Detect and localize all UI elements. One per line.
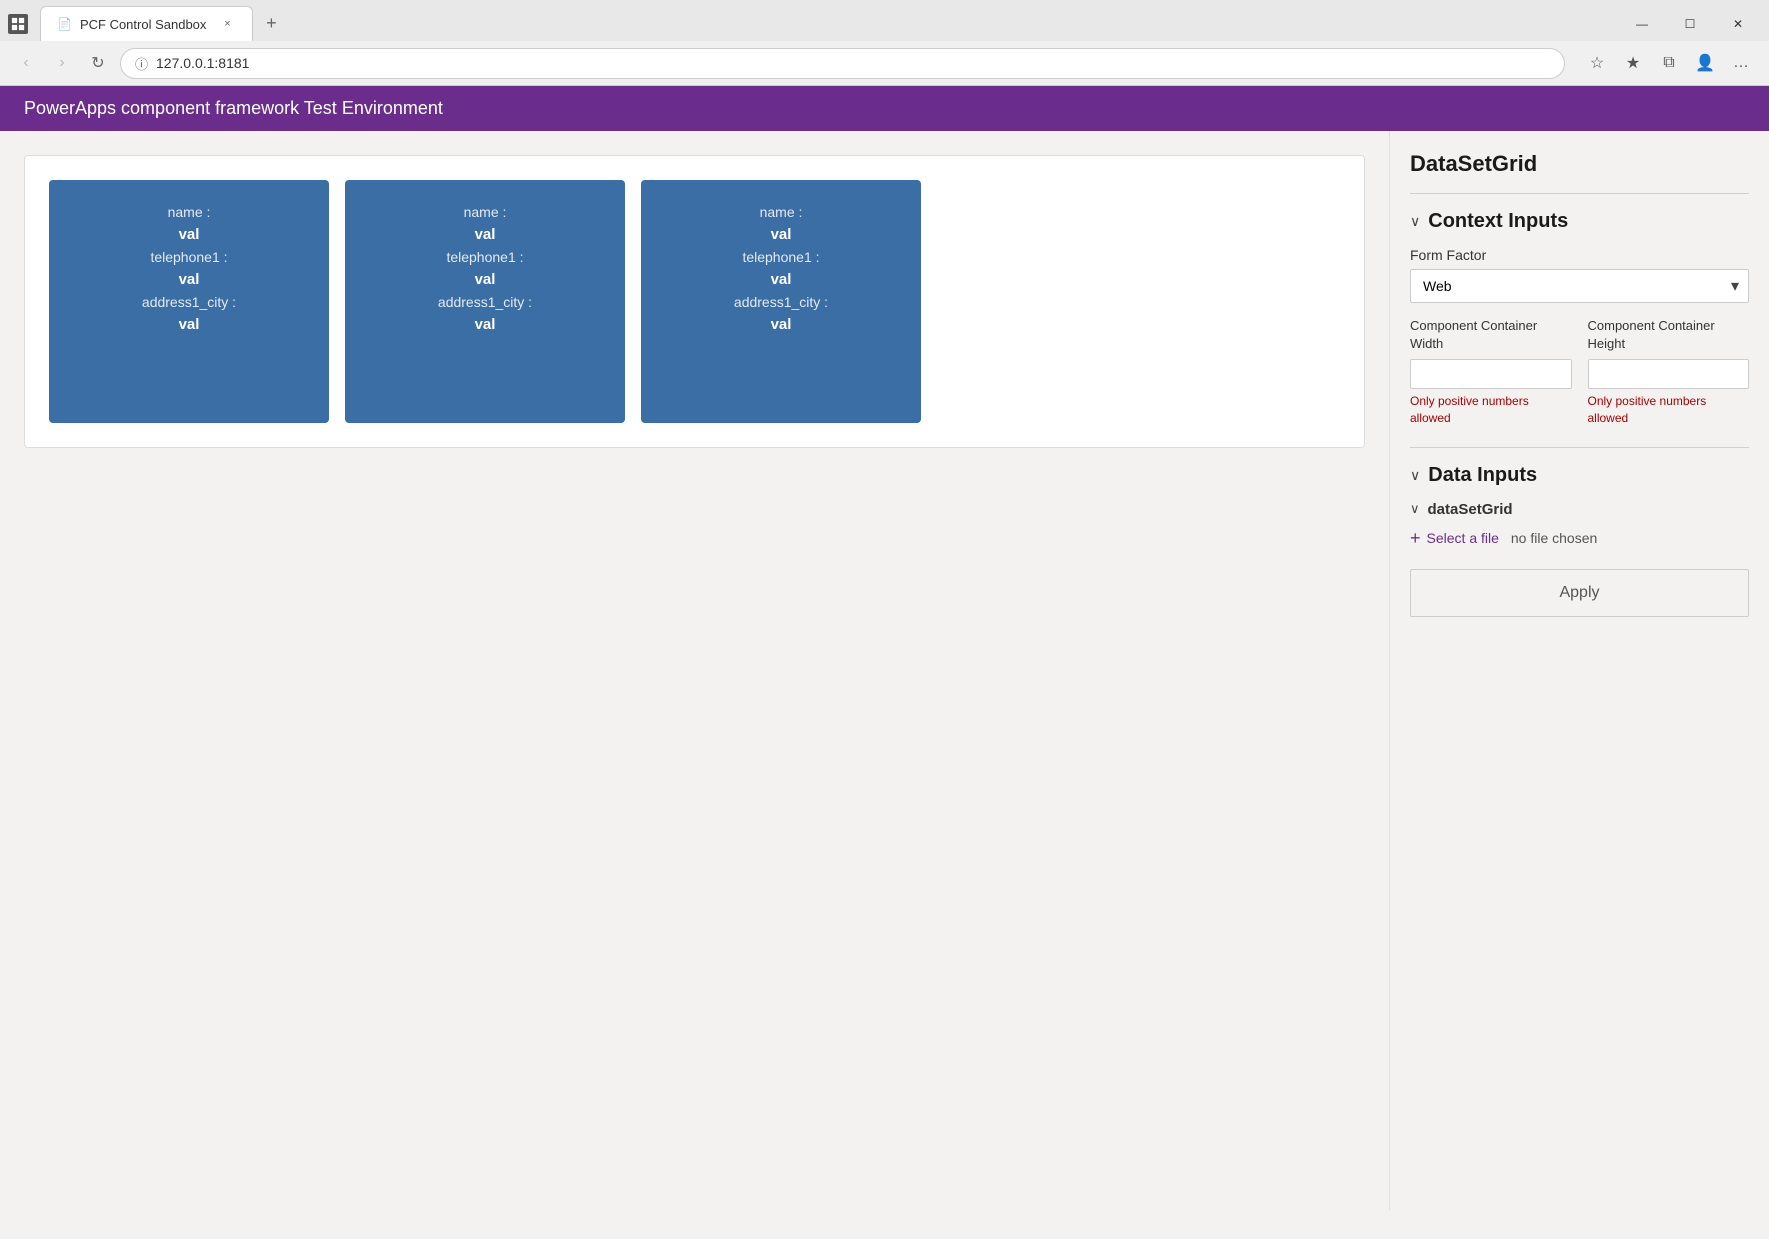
no-file-text: no file chosen (1511, 530, 1597, 546)
card3-addr-label: address1_city : (734, 294, 828, 310)
container-height-error: Only positive numbers allowed (1588, 393, 1750, 427)
container-dimensions: Component Container Width Only positive … (1410, 317, 1749, 427)
data-inputs-title: Data Inputs (1428, 464, 1537, 487)
dataset-card-3: name : val telephone1 : val address1_cit… (641, 180, 921, 423)
dataset-grid-header[interactable]: ∨ dataSetGrid (1410, 501, 1749, 518)
container-height-input[interactable] (1588, 359, 1750, 389)
browser-frame: 📄 PCF Control Sandbox × + — ☐ ✕ ‹ › ↻ ⓘ … (0, 0, 1769, 86)
container-width-col: Component Container Width Only positive … (1410, 317, 1572, 427)
card1-name-value: val (179, 226, 200, 243)
card1-tel-value: val (179, 271, 200, 288)
right-panel: DataSetGrid ∨ Context Inputs Form Factor… (1389, 131, 1769, 1210)
card2-tel-value: val (475, 271, 496, 288)
data-inputs-section: ∨ Data Inputs ∨ dataSetGrid + Select a f… (1410, 464, 1749, 549)
title-bar: 📄 PCF Control Sandbox × + — ☐ ✕ (0, 0, 1769, 41)
container-height-label: Component Container Height (1588, 317, 1750, 353)
tab-title: PCF Control Sandbox (80, 17, 206, 32)
canvas-area: name : val telephone1 : val address1_cit… (24, 155, 1365, 448)
browser-tab[interactable]: 📄 PCF Control Sandbox × (40, 6, 253, 41)
data-inputs-chevron: ∨ (1410, 467, 1420, 484)
forward-button[interactable]: › (48, 49, 76, 77)
apply-button[interactable]: Apply (1410, 569, 1749, 617)
form-factor-select[interactable]: Web Tablet Phone (1410, 269, 1749, 303)
select-file-button[interactable]: + Select a file (1410, 528, 1499, 549)
context-inputs-section: ∨ Context Inputs Form Factor Web Tablet … (1410, 210, 1749, 427)
dataset-grid-title: dataSetGrid (1428, 501, 1513, 518)
toolbar-icons: ☆ ★ ⧉ 👤 … (1581, 47, 1757, 79)
minimize-button[interactable]: — (1619, 8, 1665, 40)
window-icon (8, 14, 28, 34)
card2-addr-value: val (475, 316, 496, 333)
back-button[interactable]: ‹ (12, 49, 40, 77)
maximize-button[interactable]: ☐ (1667, 8, 1713, 40)
card3-tel-value: val (771, 271, 792, 288)
container-width-error: Only positive numbers allowed (1410, 393, 1572, 427)
container-width-label: Component Container Width (1410, 317, 1572, 353)
container-width-input[interactable] (1410, 359, 1572, 389)
card2-name-label: name : (464, 204, 507, 220)
context-inputs-chevron: ∨ (1410, 213, 1420, 230)
address-bar-row: ‹ › ↻ ⓘ 127.0.0.1:8181 ☆ ★ ⧉ 👤 … (0, 41, 1769, 85)
data-inputs-header[interactable]: ∨ Data Inputs (1410, 464, 1749, 487)
context-inputs-title: Context Inputs (1428, 210, 1568, 233)
panel-divider-2 (1410, 447, 1749, 448)
app-body: name : val telephone1 : val address1_cit… (0, 131, 1769, 1210)
card1-addr-label: address1_city : (142, 294, 236, 310)
card1-addr-value: val (179, 316, 200, 333)
card1-tel-label: telephone1 : (150, 249, 227, 265)
collections-icon[interactable]: ⧉ (1653, 47, 1685, 79)
card3-addr-value: val (771, 316, 792, 333)
container-height-col: Component Container Height Only positive… (1588, 317, 1750, 427)
main-content: name : val telephone1 : val address1_cit… (0, 131, 1389, 1210)
app-header-title: PowerApps component framework Test Envir… (24, 98, 443, 118)
refresh-button[interactable]: ↻ (84, 49, 112, 77)
new-tab-button[interactable]: + (257, 10, 285, 38)
dataset-card-2: name : val telephone1 : val address1_cit… (345, 180, 625, 423)
window-controls: — ☐ ✕ (1619, 8, 1761, 40)
more-icon[interactable]: … (1725, 47, 1757, 79)
favorites-icon[interactable]: ☆ (1581, 47, 1613, 79)
panel-divider-1 (1410, 193, 1749, 194)
dataset-grid-subsection: ∨ dataSetGrid + Select a file no file ch… (1410, 501, 1749, 549)
card1-name-label: name : (168, 204, 211, 220)
tab-close-button[interactable]: × (218, 15, 236, 33)
card3-tel-label: telephone1 : (742, 249, 819, 265)
card3-name-label: name : (760, 204, 803, 220)
file-select-row: + Select a file no file chosen (1410, 528, 1749, 549)
plus-icon: + (1410, 528, 1421, 549)
form-factor-label: Form Factor (1410, 247, 1749, 263)
form-factor-select-wrapper: Web Tablet Phone (1410, 269, 1749, 303)
select-file-label: Select a file (1427, 530, 1499, 546)
form-factor-field: Form Factor Web Tablet Phone (1410, 247, 1749, 303)
address-bar[interactable]: ⓘ 127.0.0.1:8181 (120, 48, 1565, 79)
dataset-card-1: name : val telephone1 : val address1_cit… (49, 180, 329, 423)
card2-addr-label: address1_city : (438, 294, 532, 310)
card2-tel-label: telephone1 : (446, 249, 523, 265)
panel-title: DataSetGrid (1410, 151, 1749, 177)
card2-name-value: val (475, 226, 496, 243)
close-button[interactable]: ✕ (1715, 8, 1761, 40)
info-icon: ⓘ (135, 54, 148, 73)
tab-bar: 📄 PCF Control Sandbox × + (32, 6, 1607, 41)
star-icon[interactable]: ★ (1617, 47, 1649, 79)
address-text: 127.0.0.1:8181 (156, 55, 1550, 71)
app-header: PowerApps component framework Test Envir… (0, 86, 1769, 131)
context-inputs-header[interactable]: ∨ Context Inputs (1410, 210, 1749, 233)
dataset-grid-chevron: ∨ (1410, 501, 1420, 517)
profile-icon[interactable]: 👤 (1689, 47, 1721, 79)
card3-name-value: val (771, 226, 792, 243)
tab-page-icon: 📄 (57, 17, 72, 31)
